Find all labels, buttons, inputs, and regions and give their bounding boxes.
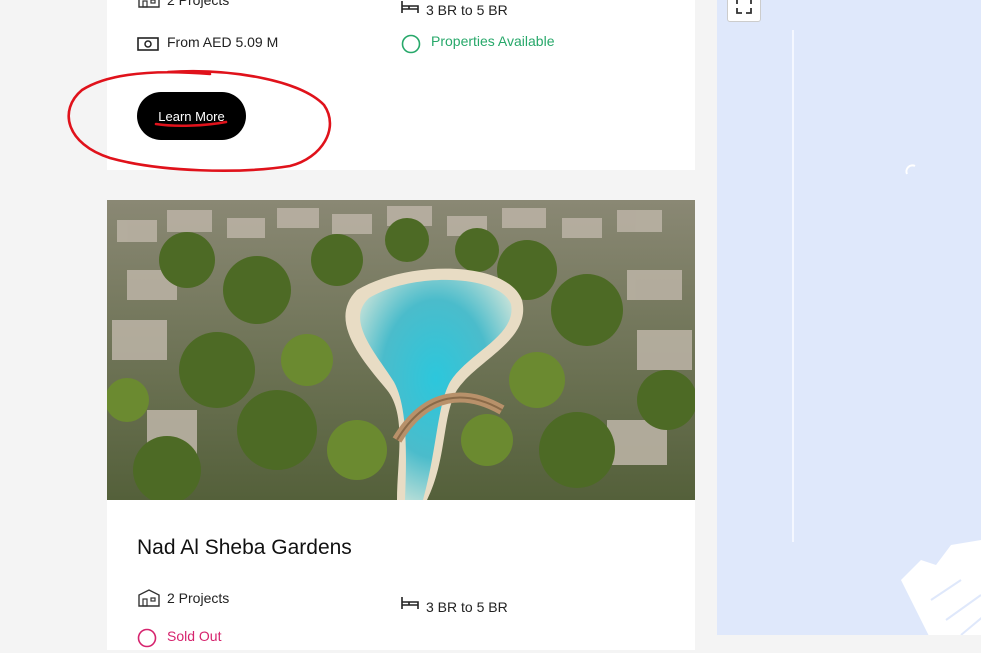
price-from: From AED 5.09 M [167,34,279,50]
learn-more-button[interactable]: Learn More [137,92,246,140]
projects-count: 2 Projects [167,0,230,8]
fullscreen-icon [736,0,752,14]
map-panel[interactable] [717,0,981,635]
bed-icon [401,596,419,615]
map-marker-loading [905,164,916,175]
community-card-top: 2 Projects 3 BR to 5 BR From AED 5.09 M … [107,0,695,170]
map-road [792,30,794,542]
circle-status-icon [137,628,157,653]
bedrooms-range: 3 BR to 5 BR [426,599,508,615]
bedrooms-range: 3 BR to 5 BR [426,2,508,18]
projects-count: 2 Projects [167,590,230,606]
fullscreen-button[interactable] [727,0,761,22]
community-image[interactable] [107,200,695,500]
community-title[interactable]: Nad Al Sheba Gardens [137,536,352,560]
building-icon [137,589,161,612]
community-card: Nad Al Sheba Gardens 2 Projects 3 BR to … [107,200,695,650]
banknote-icon [137,37,159,56]
availability-status: Sold Out [167,628,222,644]
building-icon [137,0,161,13]
coastline [901,540,981,635]
circle-status-icon [401,34,421,59]
bed-icon [401,0,419,19]
availability-status: Properties Available [431,33,555,49]
